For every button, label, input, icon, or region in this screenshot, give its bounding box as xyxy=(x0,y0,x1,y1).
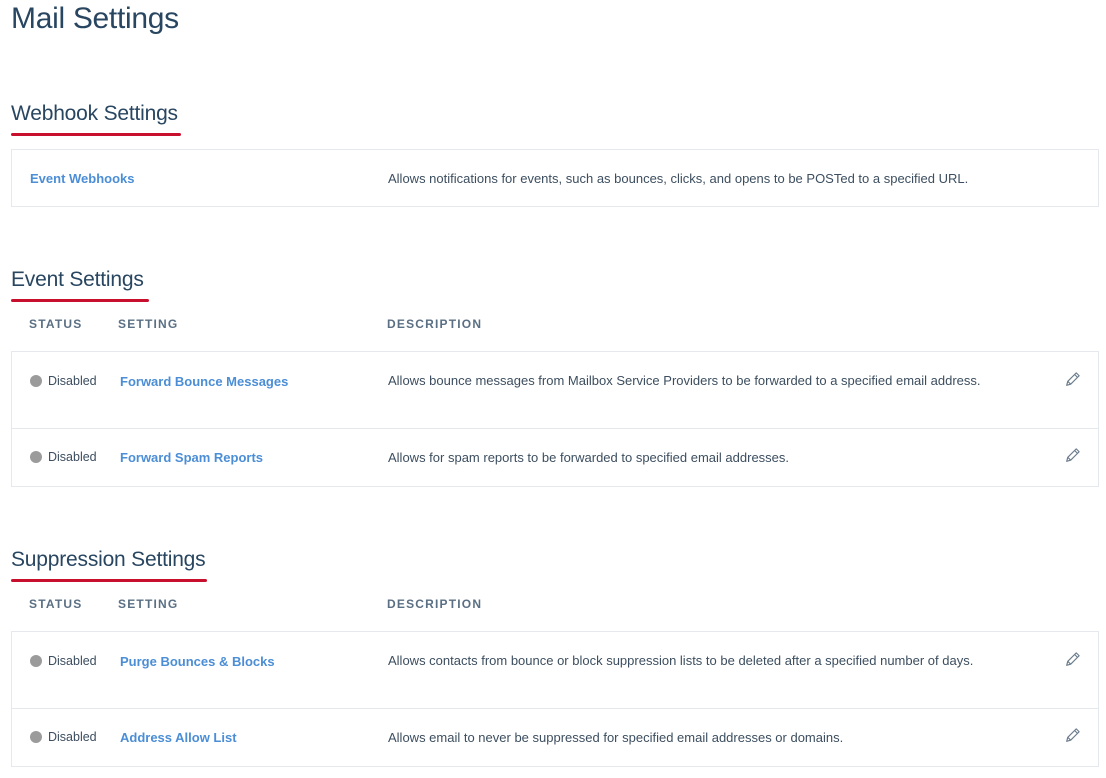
table-row: Disabled Purge Bounces & Blocks Allows c… xyxy=(12,632,1098,709)
table-row: Event Webhooks Allows notifications for … xyxy=(12,150,1098,206)
suppression-settings-heading: Suppression Settings xyxy=(11,548,207,582)
page-title: Mail Settings xyxy=(11,2,179,35)
event-settings-table: Disabled Forward Bounce Messages Allows … xyxy=(11,351,1099,487)
column-header-status: STATUS xyxy=(29,597,83,611)
row-description: Allows contacts from bounce or block sup… xyxy=(388,653,974,668)
event-settings-title: Event Settings xyxy=(11,268,144,291)
suppression-settings-column-headers: STATUS SETTING DESCRIPTION xyxy=(11,597,1099,617)
column-header-status: STATUS xyxy=(29,317,83,331)
forward-spam-reports-link[interactable]: Forward Spam Reports xyxy=(120,450,263,465)
status-dot-icon xyxy=(30,375,42,387)
row-description: Allows for spam reports to be forwarded … xyxy=(388,450,790,465)
column-header-description: DESCRIPTION xyxy=(387,317,483,331)
column-header-setting: SETTING xyxy=(118,597,179,611)
status-dot-icon xyxy=(30,731,42,743)
status-label: Disabled xyxy=(48,450,97,464)
column-header-description: DESCRIPTION xyxy=(387,597,483,611)
event-webhooks-link[interactable]: Event Webhooks xyxy=(30,171,135,186)
status-dot-icon xyxy=(30,655,42,667)
event-settings-heading: Event Settings xyxy=(11,268,149,302)
row-description: Allows bounce messages from Mailbox Serv… xyxy=(388,373,981,388)
table-row: Disabled Address Allow List Allows email… xyxy=(12,709,1098,766)
address-allow-list-link[interactable]: Address Allow List xyxy=(120,730,237,745)
status-label: Disabled xyxy=(48,654,97,668)
status-dot-icon xyxy=(30,451,42,463)
event-settings-column-headers: STATUS SETTING DESCRIPTION xyxy=(11,317,1099,337)
pencil-icon[interactable] xyxy=(1064,370,1082,388)
status-badge: Disabled xyxy=(30,654,97,668)
section-title-underline xyxy=(11,579,207,582)
status-label: Disabled xyxy=(48,730,97,744)
purge-bounces-blocks-link[interactable]: Purge Bounces & Blocks xyxy=(120,654,275,669)
mail-settings-page: Mail Settings Webhook Settings Event Web… xyxy=(0,0,1106,778)
webhook-settings-title: Webhook Settings xyxy=(11,102,178,125)
row-description: Allows email to never be suppressed for … xyxy=(388,730,844,745)
forward-bounce-messages-link[interactable]: Forward Bounce Messages xyxy=(120,374,288,389)
suppression-settings-title: Suppression Settings xyxy=(11,548,206,571)
status-label: Disabled xyxy=(48,374,97,388)
status-badge: Disabled xyxy=(30,374,97,388)
column-header-setting: SETTING xyxy=(118,317,179,331)
table-row: Disabled Forward Bounce Messages Allows … xyxy=(12,352,1098,429)
table-row: Disabled Forward Spam Reports Allows for… xyxy=(12,429,1098,486)
status-badge: Disabled xyxy=(30,730,97,744)
pencil-icon[interactable] xyxy=(1064,650,1082,668)
row-description: Allows notifications for events, such as… xyxy=(388,171,969,186)
section-title-underline xyxy=(11,133,181,136)
suppression-settings-table: Disabled Purge Bounces & Blocks Allows c… xyxy=(11,631,1099,767)
pencil-icon[interactable] xyxy=(1064,726,1082,744)
section-title-underline xyxy=(11,299,149,302)
webhook-settings-heading: Webhook Settings xyxy=(11,102,181,136)
status-badge: Disabled xyxy=(30,450,97,464)
webhook-settings-table: Event Webhooks Allows notifications for … xyxy=(11,149,1099,207)
pencil-icon[interactable] xyxy=(1064,446,1082,464)
